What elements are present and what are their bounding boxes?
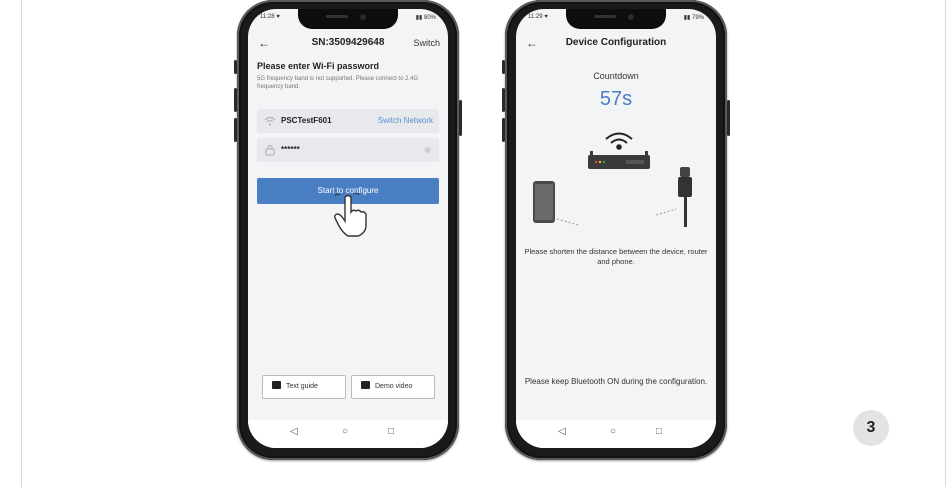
- wifi-icon: [264, 115, 276, 127]
- countdown-value: 57s: [599, 88, 633, 110]
- switch-network-link[interactable]: Switch Network: [378, 116, 433, 125]
- network-name: PSCTestF601: [281, 116, 332, 125]
- power-button: [727, 100, 730, 136]
- device-router-phone-illustration: [533, 132, 692, 227]
- router-icon: [588, 151, 650, 169]
- nav-back-icon[interactable]: ◁: [558, 426, 566, 437]
- demo-video-button[interactable]: Demo video: [351, 375, 435, 399]
- distance-hint: Please shorten the distance between the …: [524, 247, 708, 266]
- battery-indicator: ▮▮ 79%: [683, 15, 704, 21]
- bluetooth-hint: Please keep Bluetooth ON during the conf…: [524, 377, 708, 386]
- demo-video-label: Demo video: [375, 383, 413, 390]
- power-button: [459, 100, 462, 136]
- wifi-password-heading: Please enter Wi-Fi password: [257, 61, 379, 71]
- volume-down-button: [502, 118, 505, 142]
- notch: [566, 9, 666, 29]
- phone-device-configuration: 11:29 ♥ ▮▮ 79% ← Device Configuration Co…: [502, 0, 730, 460]
- smart-plug-icon: [678, 167, 692, 227]
- system-nav-bar: ◁ ○ □: [248, 420, 448, 448]
- nav-back-icon[interactable]: ◁: [290, 426, 298, 437]
- lock-icon: [264, 144, 276, 156]
- nav-recent-icon[interactable]: □: [656, 426, 662, 437]
- switch-button[interactable]: Switch: [413, 38, 440, 48]
- mute-switch: [502, 60, 505, 74]
- phone-wifi-password: 11:28 ♥ ▮▮ 80% ← SN:3509429648 Switch Pl…: [234, 0, 462, 460]
- play-icon: [361, 381, 370, 389]
- text-guide-label: Text guide: [286, 383, 318, 390]
- volume-up-button: [502, 88, 505, 112]
- text-guide-button[interactable]: Text guide: [262, 375, 346, 399]
- countdown-label: Countdown: [593, 71, 639, 81]
- network-field: PSCTestF601 Switch Network: [257, 109, 439, 133]
- notch: [298, 9, 398, 29]
- page-title: Device Configuration: [565, 37, 667, 48]
- left-border-line: [21, 0, 22, 487]
- nav-home-icon[interactable]: ○: [610, 426, 616, 437]
- phone-icon: [533, 181, 555, 223]
- frequency-note: 5G frequency band is not supported. Plea…: [257, 76, 419, 90]
- volume-down-button: [234, 118, 237, 142]
- app-bar: ← Device Configuration: [516, 31, 716, 55]
- volume-up-button: [234, 88, 237, 112]
- battery-indicator: ▮▮ 80%: [415, 15, 436, 21]
- app-bar: ← SN:3509429648 Switch: [248, 31, 448, 55]
- screen: 11:29 ♥ ▮▮ 79% ← Device Configuration Co…: [516, 9, 716, 448]
- system-nav-bar: ◁ ○ □: [516, 420, 716, 448]
- password-value: ******: [281, 145, 300, 154]
- password-input[interactable]: ****** ◉: [257, 138, 439, 162]
- wifi-signal-icon: [605, 132, 633, 150]
- nav-home-icon[interactable]: ○: [342, 426, 348, 437]
- screen: 11:28 ♥ ▮▮ 80% ← SN:3509429648 Switch Pl…: [248, 9, 448, 448]
- pointing-hand-icon: [334, 193, 367, 237]
- status-time: 11:29 ♥: [528, 14, 548, 20]
- nav-recent-icon[interactable]: □: [388, 426, 394, 437]
- right-border-line: [945, 0, 946, 487]
- guide-icon: [272, 381, 281, 389]
- eye-icon[interactable]: ◉: [424, 145, 431, 154]
- status-time: 11:28 ♥: [260, 14, 280, 20]
- mute-switch: [234, 60, 237, 74]
- step-number-badge: 3: [853, 410, 889, 446]
